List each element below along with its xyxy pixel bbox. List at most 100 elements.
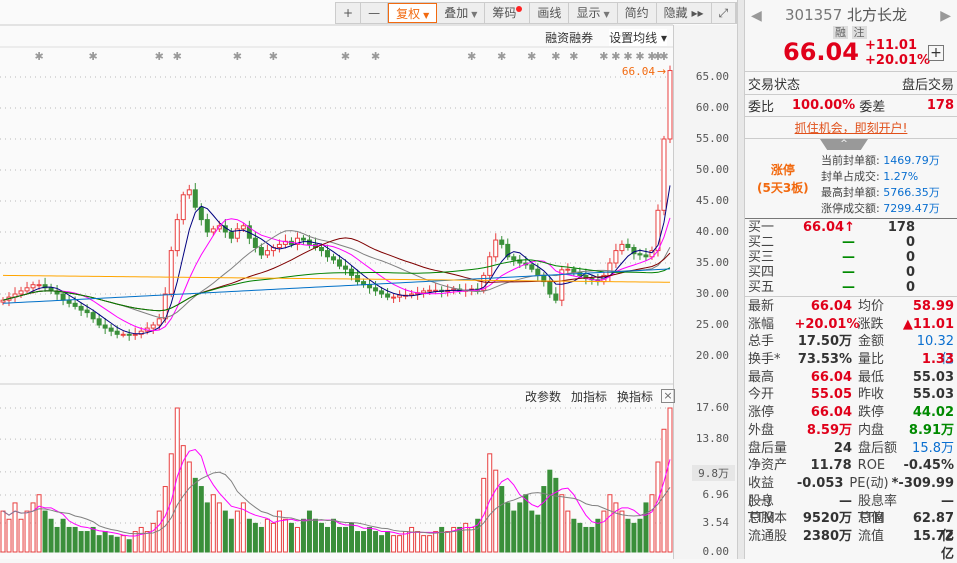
switch-indicator-button[interactable]: 换指标 [617, 388, 653, 405]
volume-bar [132, 531, 138, 553]
next-stock-icon[interactable]: ▶ [940, 8, 951, 24]
volume-bar [150, 522, 156, 553]
candle [499, 239, 505, 245]
volume-bar [12, 502, 18, 553]
volume-bar [367, 526, 373, 553]
kline-chart[interactable]: ✱ ✱ ✱ ✱ ✱ ✱ ✱ ✱ ✱ ✱ ✱ ✱ ✱ ✱ ✱ ✱ ✱ ✱✱✱66.04 → [0, 0, 673, 559]
candle [571, 268, 577, 273]
price-tick: 60.00 [695, 101, 729, 114]
price-tick: 55.00 [695, 132, 729, 145]
chart-area[interactable]: ✱ ✱ ✱ ✱ ✱ ✱ ✱ ✱ ✱ ✱ ✱ ✱ ✱ ✱ ✱ ✱ ✱ ✱ ✱ ✱ 66.04 → + — 复权 ▼ 叠加 ▼ 筹码 画线显… [0, 0, 738, 559]
bid-row: 买二 — 0 [745, 235, 957, 250]
margin-trading-button[interactable]: 融资融券 [545, 29, 593, 46]
limit-up-label: 最高封单额: [821, 186, 880, 199]
volume-bar [246, 518, 252, 553]
toolbar-button-6[interactable]: 显示 ▼ [569, 3, 618, 23]
stat-value: 24 [833, 440, 852, 456]
candle [643, 254, 649, 258]
collapse-button[interactable]: ^ [820, 139, 868, 150]
stat-row: 涨停 66.04 跌停 44.02 [745, 404, 957, 422]
volume-bar [469, 526, 475, 553]
volume-bar [6, 518, 12, 553]
bid-volume: 0 [905, 250, 915, 265]
toolbar-button-7[interactable]: 简约 [618, 3, 657, 23]
price-tick: 50.00 [695, 163, 729, 176]
ma-line-250 [2, 274, 671, 283]
volume-bar [517, 502, 523, 553]
ma-setting-button[interactable]: 设置均线 ▾ [609, 29, 667, 46]
volume-bar [258, 526, 264, 553]
volume-bar [667, 407, 673, 553]
candle [318, 247, 324, 252]
add-indicator-button[interactable]: 加指标 [571, 388, 607, 405]
candle [547, 281, 553, 295]
candle [511, 256, 517, 261]
bid-label: 买五 [748, 280, 775, 295]
price-tick: 65.00 [695, 70, 729, 83]
add-watchlist-button[interactable]: + [928, 45, 944, 61]
stat-value: 73.53% [797, 352, 852, 368]
limit-up-row: 封单占成交: 1.27% [821, 169, 940, 185]
status-value: 盘后交易 [901, 77, 954, 93]
toolbar-button-4[interactable]: 筹码 [485, 3, 531, 23]
stat-value: -0.053 [796, 475, 844, 491]
notification-dot-icon [516, 6, 523, 12]
toolbar-button-9[interactable]: ⤢ [712, 3, 737, 23]
volume-bar [505, 502, 511, 553]
candle [150, 324, 156, 329]
close-icon[interactable]: × [661, 389, 675, 403]
toolbar-button-8[interactable]: 隐藏 ▸▸ [657, 3, 712, 23]
volume-bar [523, 494, 529, 553]
price-tick: 25.00 [695, 318, 729, 331]
candle [385, 293, 391, 298]
toolbar-button-0[interactable]: + [336, 3, 362, 23]
toolbar-button-3[interactable]: 叠加 ▼ [437, 3, 486, 23]
candle [667, 70, 673, 140]
info-marker-icon: ✱ [551, 50, 560, 63]
stat-label: 外盘 [748, 422, 775, 438]
prev-stock-icon[interactable]: ◀ [751, 8, 762, 24]
info-marker-icon: ✱ [497, 50, 506, 63]
toolbar-button-1[interactable]: — [361, 3, 389, 23]
stat-label: 总股本 [748, 511, 788, 527]
candle [156, 318, 162, 326]
limit-up-label: 当前封单额: [821, 154, 880, 167]
toolbar-label: 显示 [576, 6, 601, 20]
volume-bar [565, 510, 571, 553]
stat-row: 总股本 9520万 总值 62.87亿 [745, 510, 957, 544]
volume-bar [48, 518, 54, 553]
bid-row: 买五 — 0 [745, 280, 957, 295]
toolbar-label: 简约 [624, 6, 649, 20]
candle [168, 250, 174, 295]
stat-value: — [941, 493, 954, 509]
volume-bar [102, 531, 108, 553]
volume-bar [72, 526, 78, 553]
edit-params-button[interactable]: 改参数 [525, 388, 561, 405]
bid-volume: 0 [905, 235, 915, 250]
toolbar-label: 复权 [396, 7, 421, 21]
volume-bar [288, 522, 294, 553]
bid-row: 买四 — 0 [745, 265, 957, 280]
volume-bar [343, 526, 349, 553]
volume-bar [0, 510, 6, 553]
volume-bar [655, 461, 661, 553]
stat-value: ▲11.01 [902, 316, 954, 332]
candle [613, 250, 619, 264]
volume-bar [252, 522, 258, 553]
info-marker-icon: ✱ [341, 50, 350, 63]
volume-bar [300, 518, 306, 553]
volume-bar [589, 526, 595, 553]
toolbar-button-2[interactable]: 复权 ▼ [388, 3, 438, 23]
panel-splitter[interactable] [737, 0, 745, 559]
open-account-link[interactable]: 抓住机会，即刻开户! [795, 121, 908, 135]
volume-bar [126, 539, 132, 553]
volume-tick: 6.96 [702, 488, 730, 502]
stat-row: 今开 55.05 昨收 55.03 [745, 386, 957, 404]
volume-bar [312, 518, 318, 553]
candle [36, 284, 42, 287]
candle [24, 287, 30, 292]
toolbar-button-5[interactable]: 画线 [530, 3, 570, 23]
kline-header: 融资融券 设置均线 ▾ [545, 29, 667, 46]
candle [114, 330, 120, 335]
volume-bar [96, 535, 102, 553]
